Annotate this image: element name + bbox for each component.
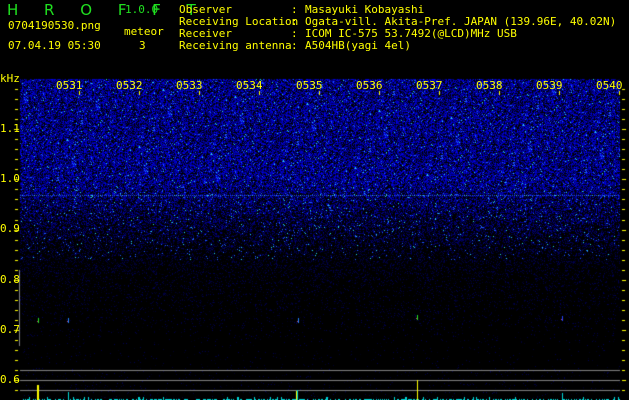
info-value: A504HB(yagi 4el) [305, 39, 411, 52]
time-label: 0536 [356, 79, 383, 92]
time-label: 0534 [236, 79, 263, 92]
time-label: 0539 [536, 79, 563, 92]
app-version: 1.0.0 [125, 3, 159, 16]
y-tick-label: 1.1 [0, 122, 20, 135]
info-label: Receiving antenna [179, 39, 292, 52]
spectrogram [0, 0, 629, 400]
y-tick-label: 0.6 [0, 373, 20, 386]
time-label: 0535 [296, 79, 323, 92]
time-label: 0531 [56, 79, 83, 92]
time-label: 0537 [416, 79, 443, 92]
info-separator: : [291, 39, 298, 52]
time-label: 0532 [116, 79, 143, 92]
meteor-count: 3 [139, 39, 146, 52]
datetime: 07.04.19 05:30 [8, 39, 101, 52]
time-label: 0533 [176, 79, 203, 92]
meteor-label: meteor [124, 25, 164, 38]
time-label: 0538 [476, 79, 503, 92]
time-label: 0540 [596, 79, 623, 92]
y-tick-label: 1.0 [0, 172, 20, 186]
y-tick-label: 0.7 [0, 322, 20, 336]
y-tick-label: 0.8 [0, 272, 20, 286]
app-title: H R O F F T [7, 1, 207, 19]
y-axis-unit: kHz [0, 72, 20, 85]
y-tick-label: 0.9 [0, 222, 20, 236]
filename: 0704190530.png [8, 19, 101, 32]
